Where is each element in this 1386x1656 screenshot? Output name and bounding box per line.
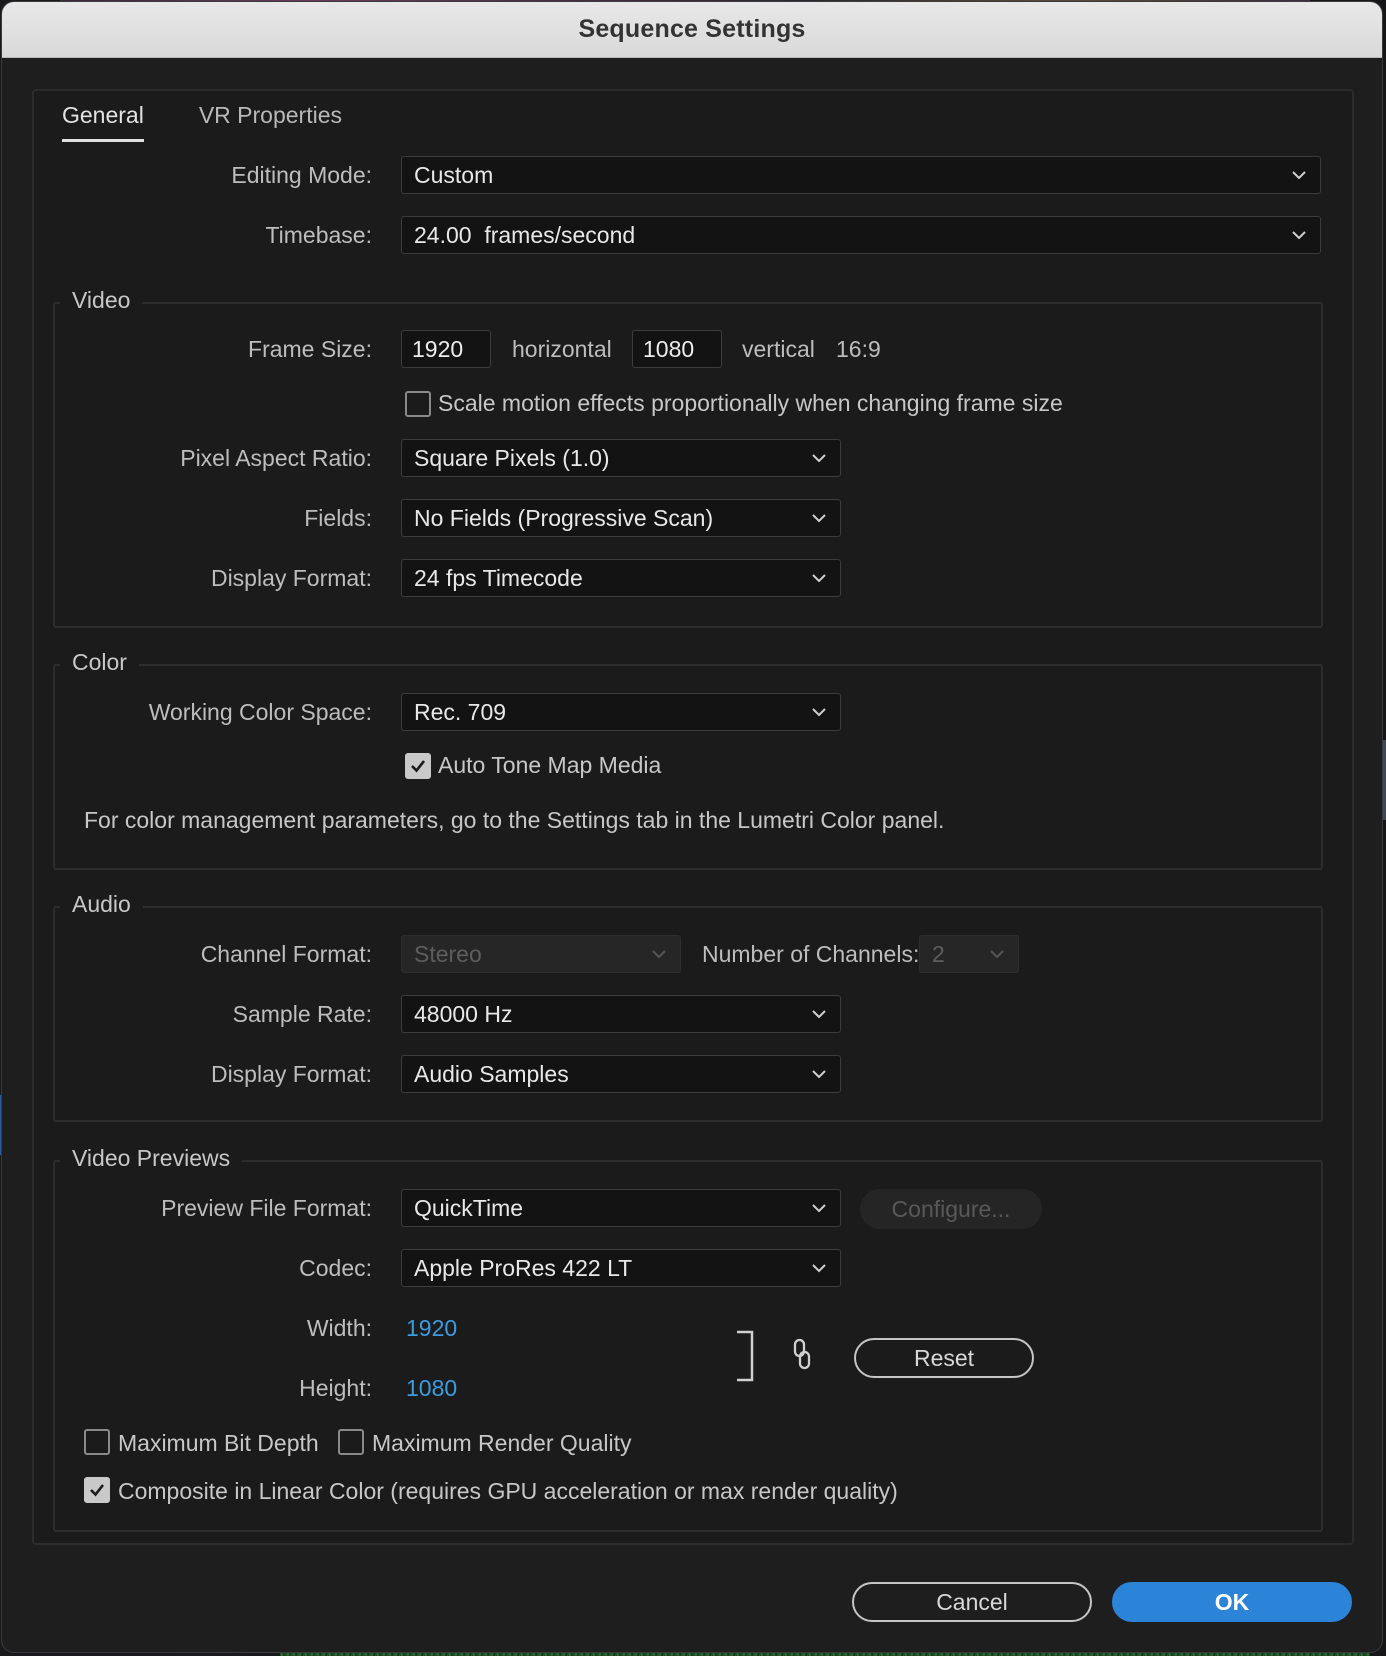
chevron-down-icon [810, 1259, 828, 1277]
video-group-title: Video [60, 287, 143, 314]
editing-mode-select[interactable]: Custom [401, 156, 1321, 194]
checkmark-icon [411, 760, 426, 773]
chevron-down-icon [810, 449, 828, 467]
working-color-space-label: Working Color Space: [148, 699, 372, 725]
backdrop-right-strip [1382, 740, 1386, 820]
video-previews-group-title: Video Previews [60, 1145, 243, 1172]
editing-mode-value: Custom [414, 161, 494, 188]
channel-format-value: Stereo [414, 940, 482, 967]
preview-height-value[interactable]: 1080 [406, 1375, 457, 1402]
configure-button[interactable]: Configure... [860, 1189, 1042, 1229]
number-of-channels-label: Number of Channels: [702, 941, 920, 967]
frame-height-input[interactable]: 1080 [632, 330, 722, 368]
tab-general[interactable]: General [62, 102, 144, 142]
pixel-aspect-ratio-label: Pixel Aspect Ratio: [180, 445, 372, 471]
fields-label: Fields: [304, 505, 372, 531]
auto-tone-map-checkbox[interactable] [405, 753, 431, 779]
chevron-down-icon [810, 1065, 828, 1083]
chevron-down-icon [1290, 226, 1308, 244]
max-render-quality-label[interactable]: Maximum Render Quality [372, 1430, 631, 1457]
number-of-channels-value: 2 [932, 940, 945, 967]
preview-file-format-value: QuickTime [414, 1194, 524, 1221]
pixel-aspect-ratio-value: Square Pixels (1.0) [414, 444, 610, 471]
working-color-space-select[interactable]: Rec. 709 [401, 693, 841, 731]
reset-button[interactable]: Reset [854, 1338, 1034, 1378]
cancel-button[interactable]: Cancel [852, 1582, 1092, 1622]
vertical-label: vertical [742, 336, 815, 362]
audio-display-format-select[interactable]: Audio Samples [401, 1055, 841, 1093]
sample-rate-label: Sample Rate: [232, 1001, 372, 1027]
preview-height-label: Height: [299, 1375, 372, 1401]
channel-format-select[interactable]: Stereo [401, 935, 681, 973]
preview-width-value[interactable]: 1920 [406, 1315, 457, 1342]
pixel-aspect-ratio-select[interactable]: Square Pixels (1.0) [401, 439, 841, 477]
max-render-quality-checkbox[interactable] [338, 1429, 364, 1455]
audio-display-format-value: Audio Samples [414, 1060, 569, 1087]
fields-select[interactable]: No Fields (Progressive Scan) [401, 499, 841, 537]
scale-motion-checkbox[interactable] [405, 391, 431, 417]
sample-rate-value: 48000 Hz [414, 1000, 513, 1027]
video-display-format-select[interactable]: 24 fps Timecode [401, 559, 841, 597]
video-display-format-value: 24 fps Timecode [414, 564, 583, 591]
chevron-down-icon [650, 945, 668, 963]
link-chain-icon[interactable] [791, 1338, 813, 1372]
tab-bar: General VR Properties [62, 102, 342, 142]
chevron-down-icon [810, 703, 828, 721]
video-display-format-label: Display Format: [210, 565, 372, 591]
dialog-title: Sequence Settings [578, 15, 806, 43]
max-bit-depth-label[interactable]: Maximum Bit Depth [118, 1430, 319, 1457]
channel-format-label: Channel Format: [200, 941, 372, 967]
audio-display-format-label: Display Format: [210, 1061, 372, 1087]
sequence-settings-dialog: Sequence Settings General VR Properties … [2, 2, 1382, 1652]
chevron-down-icon [810, 1005, 828, 1023]
timebase-value: 24.00 frames/second [414, 221, 636, 248]
chevron-down-icon [1290, 166, 1308, 184]
dimension-bracket [735, 1330, 755, 1382]
timebase-label: Timebase: [265, 222, 372, 248]
frame-width-input[interactable]: 1920 [401, 330, 491, 368]
checkmark-icon [90, 1484, 105, 1497]
chevron-down-icon [810, 509, 828, 527]
scale-motion-label[interactable]: Scale motion effects proportionally when… [438, 390, 1063, 417]
max-bit-depth-checkbox[interactable] [84, 1429, 110, 1455]
chevron-down-icon [988, 945, 1006, 963]
ok-button[interactable]: OK [1112, 1582, 1352, 1622]
preview-file-format-select[interactable]: QuickTime [401, 1189, 841, 1227]
codec-value: Apple ProRes 422 LT [414, 1254, 633, 1281]
chevron-down-icon [810, 569, 828, 587]
tab-vr-properties[interactable]: VR Properties [199, 102, 342, 142]
title-bar[interactable]: Sequence Settings [2, 2, 1382, 58]
frame-size-label: Frame Size: [248, 336, 372, 362]
codec-select[interactable]: Apple ProRes 422 LT [401, 1249, 841, 1287]
timebase-select[interactable]: 24.00 frames/second [401, 216, 1321, 254]
color-group-title: Color [60, 649, 139, 676]
working-color-space-value: Rec. 709 [414, 698, 507, 725]
sample-rate-select[interactable]: 48000 Hz [401, 995, 841, 1033]
editing-mode-label: Editing Mode: [231, 162, 372, 188]
composite-linear-checkbox[interactable] [84, 1477, 110, 1503]
color-management-note: For color management parameters, go to t… [84, 807, 945, 833]
number-of-channels-select[interactable]: 2 [919, 935, 1019, 973]
fields-value: No Fields (Progressive Scan) [414, 504, 714, 531]
horizontal-label: horizontal [512, 336, 612, 362]
audio-group-title: Audio [60, 891, 143, 918]
aspect-ratio-readout: 16:9 [836, 336, 881, 362]
composite-linear-label[interactable]: Composite in Linear Color (requires GPU … [118, 1478, 898, 1505]
preview-file-format-label: Preview File Format: [161, 1195, 372, 1221]
auto-tone-map-label[interactable]: Auto Tone Map Media [438, 752, 661, 779]
preview-width-label: Width: [306, 1315, 372, 1341]
chevron-down-icon [810, 1199, 828, 1217]
codec-label: Codec: [299, 1255, 372, 1281]
